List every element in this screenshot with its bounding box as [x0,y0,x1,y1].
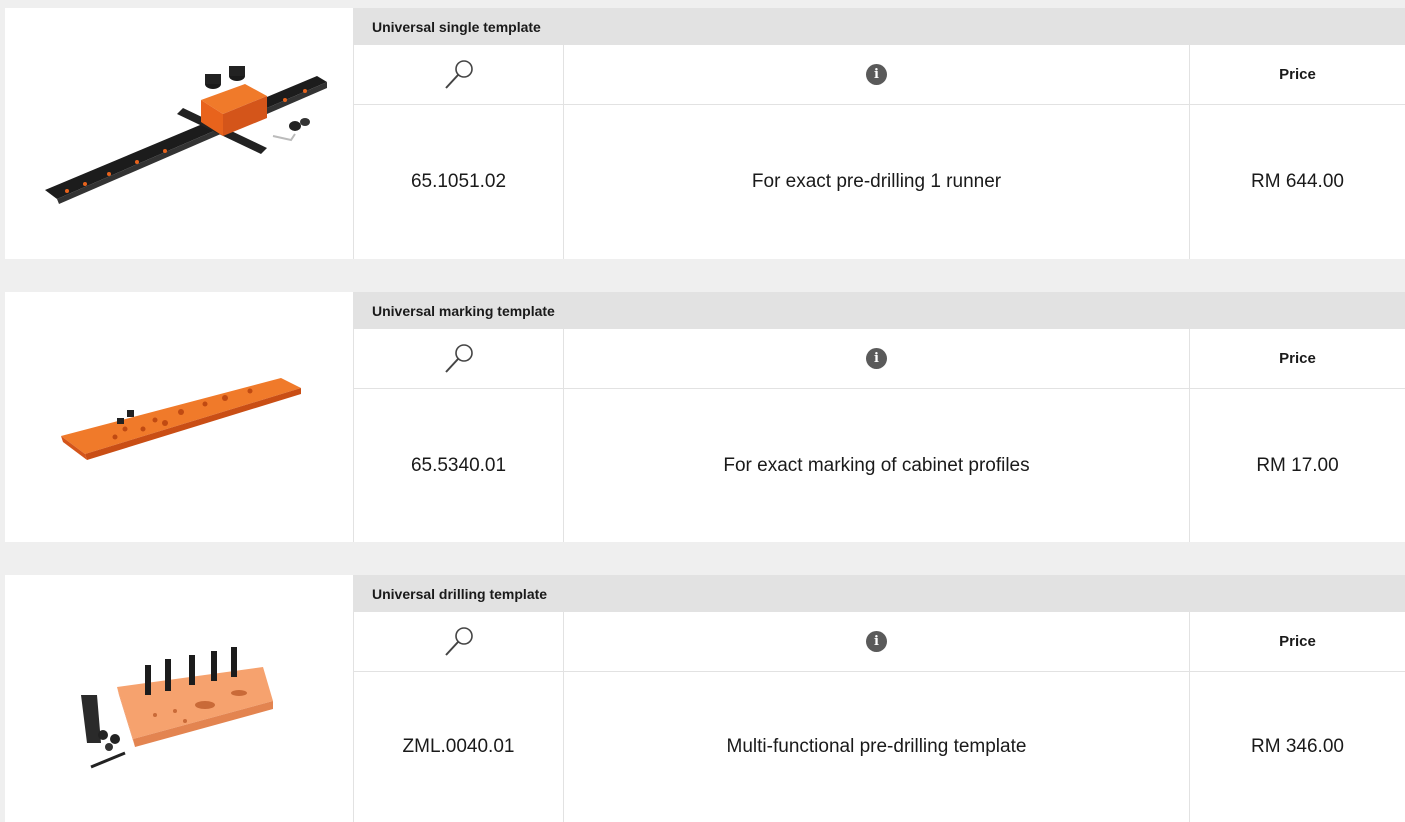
table-row: 65.1051.02 For exact pre-drilling 1 runn… [354,105,1405,259]
product-image[interactable] [5,575,354,822]
price-column-header: Price [1279,66,1316,83]
info-icon[interactable]: i [866,631,887,652]
product-table: Universal marking template i Price 65.53… [354,292,1405,542]
article-number[interactable]: ZML.0040.01 [354,672,564,822]
table-header-row: i Price [354,329,1405,389]
article-number[interactable]: 65.1051.02 [354,105,564,259]
info-column-header[interactable]: i [564,45,1190,104]
magnifier-icon[interactable] [354,612,564,671]
product-card-drilling-template: Universal drilling template i Price ZML.… [5,575,1405,822]
article-number[interactable]: 65.5340.01 [354,389,564,542]
table-row: 65.5340.01 For exact marking of cabinet … [354,389,1405,542]
product-title: Universal marking template [354,292,1405,329]
info-icon[interactable]: i [866,64,887,85]
product-card-single-template: Universal single template i Price 65.105… [5,8,1405,259]
table-header-row: i Price [354,45,1405,105]
magnifier-icon[interactable] [354,45,564,104]
product-description: Multi-functional pre-drilling template [564,672,1190,822]
product-title: Universal drilling template [354,575,1405,612]
info-column-header[interactable]: i [564,329,1190,388]
product-card-marking-template: Universal marking template i Price 65.53… [5,292,1405,542]
product-table: Universal single template i Price 65.105… [354,8,1405,259]
info-icon[interactable]: i [866,348,887,369]
product-price: RM 644.00 [1251,171,1344,192]
product-table: Universal drilling template i Price ZML.… [354,575,1405,822]
product-price: RM 17.00 [1256,454,1339,476]
product-price: RM 346.00 [1251,736,1344,757]
table-row: ZML.0040.01 Multi-functional pre-drillin… [354,672,1405,822]
price-column-header: Price [1279,350,1316,367]
product-description: For exact marking of cabinet profiles [564,389,1190,542]
product-image[interactable] [5,292,354,542]
info-column-header[interactable]: i [564,612,1190,671]
product-title: Universal single template [354,8,1405,45]
magnifier-icon[interactable] [354,329,564,388]
table-header-row: i Price [354,612,1405,672]
product-description: For exact pre-drilling 1 runner [564,105,1190,259]
price-column-header: Price [1279,633,1316,650]
product-image[interactable] [5,8,354,259]
